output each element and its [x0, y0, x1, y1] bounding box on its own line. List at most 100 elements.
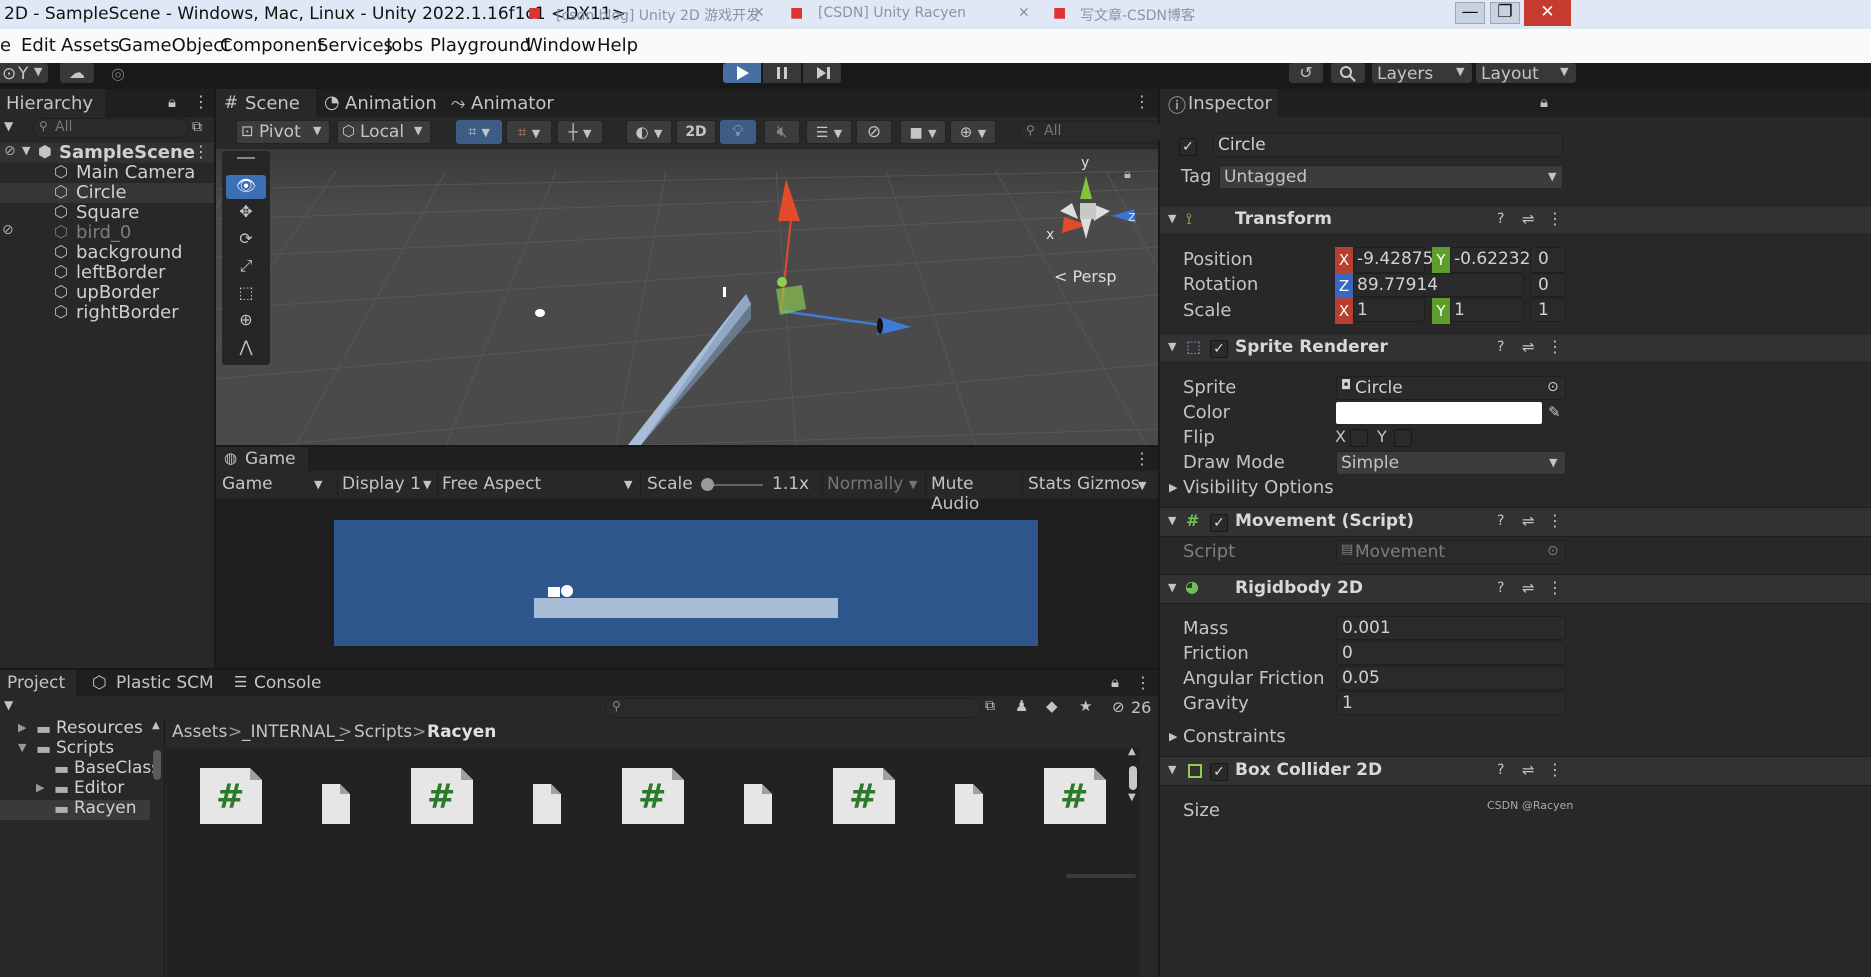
increment-snap-button[interactable]: ⌗ ▼ [506, 120, 552, 144]
menu-services[interactable]: Services [317, 35, 393, 56]
scale-y-field[interactable]: 1 [1450, 298, 1524, 322]
hidden-eye-icon[interactable]: ⊘ [2, 222, 14, 238]
transform-header[interactable]: ▼ ⟟ Transform ? ⇌ ⋮ [1160, 205, 1871, 235]
sprite-renderer-header[interactable]: ▼ ⬚ ✓ Sprite Renderer ? ⇌ ⋮ [1160, 333, 1871, 363]
game-render-view[interactable] [334, 520, 1038, 646]
flip-y-checkbox[interactable] [1394, 429, 1412, 447]
file-icon[interactable] [533, 784, 561, 824]
grid-snap-button[interactable]: ⌗ ▼ [456, 120, 502, 144]
constraints-foldout[interactable]: Constraints [1183, 726, 1286, 747]
breadcrumb-racyen[interactable]: Racyen [427, 722, 496, 742]
tag-dropdown[interactable]: Untagged ▼ [1219, 165, 1563, 189]
tab-console[interactable]: Console [254, 673, 322, 693]
persp-label[interactable]: < Persp [1054, 267, 1116, 286]
lock-icon[interactable]: 🔒︎ [1540, 93, 1548, 111]
play-button[interactable] [723, 63, 761, 83]
enabled-checkbox[interactable]: ✓ [1210, 340, 1228, 358]
breadcrumb-scripts[interactable]: Scripts [354, 722, 412, 742]
menu-jobs[interactable]: Jobs [386, 35, 423, 56]
menu-help[interactable]: Help [597, 35, 638, 56]
scene-search-input[interactable]: ⚲ All [1019, 121, 1164, 143]
pause-button[interactable] [763, 63, 801, 83]
label-icon[interactable]: ◆ [1046, 697, 1058, 715]
layout-dropdown[interactable]: Layout ▼ [1476, 63, 1576, 84]
close-icon[interactable]: ✕ [1018, 5, 1030, 21]
move-tool-icon[interactable]: ✥ [226, 201, 266, 225]
tab-animation[interactable]: Animation [345, 93, 437, 114]
menu-component[interactable]: Component [220, 35, 325, 56]
angular-friction-field[interactable]: 0.05 [1336, 666, 1566, 690]
friction-field[interactable]: 0 [1336, 641, 1566, 665]
hierarchy-item[interactable]: ⬡ leftBorder [0, 262, 214, 283]
scale-x-field[interactable]: 1 [1353, 298, 1425, 322]
browser-tab-3[interactable]: 写文章-CSDN博客 [1080, 5, 1195, 25]
lock-icon[interactable]: 🔒︎ [1111, 673, 1119, 691]
hierarchy-item[interactable]: ⬡ Circle [0, 182, 214, 203]
search-icon[interactable] [1331, 63, 1365, 83]
breadcrumb-assets[interactable]: Assets [172, 722, 227, 742]
chevron-right-icon[interactable]: ▶ [1169, 730, 1177, 743]
enabled-checkbox[interactable]: ✓ [1210, 514, 1228, 532]
eyedropper-icon[interactable]: ✎ [1548, 403, 1561, 421]
more-menu-icon[interactable]: ⋮ [1135, 673, 1151, 692]
draw-mode-dropdown[interactable]: Simple ▼ [1336, 451, 1566, 475]
tab-game[interactable]: Game [245, 449, 296, 469]
cloud-icon[interactable]: ☁ [60, 63, 94, 83]
orientation-gizmo[interactable]: y x z [1046, 155, 1150, 259]
tree-item-selected[interactable]: ▬ Racyen [0, 798, 150, 820]
rigidbody-header[interactable]: ▼ ◕ Rigidbody 2D ? ⇌ ⋮ [1160, 574, 1871, 604]
zoom-slider[interactable] [1066, 874, 1136, 878]
close-window-button[interactable]: ✕ [1524, 0, 1571, 26]
lock-icon[interactable]: 🔒︎ [1124, 167, 1131, 182]
file-icon[interactable] [322, 784, 350, 824]
tree-item[interactable]: ▶ ▬ Editor [0, 778, 165, 800]
minimize-button[interactable]: — [1455, 2, 1485, 24]
gizmos-button[interactable]: ⊕ ▼ [950, 120, 996, 144]
add-dropdown[interactable]: ▼ [4, 698, 13, 712]
chevron-right-icon[interactable]: ▶ [1169, 481, 1177, 494]
tree-item[interactable]: ▶ ▬ Resources [0, 718, 165, 740]
cs-script-icon[interactable]: # [1044, 764, 1106, 824]
restore-button[interactable]: ❐ [1490, 2, 1520, 24]
mass-field[interactable]: 0.001 [1336, 616, 1566, 640]
lock-icon[interactable]: 🔒︎ [168, 93, 176, 111]
file-icon[interactable] [955, 784, 983, 824]
tab-project[interactable]: Project [7, 673, 65, 693]
filter-type-icon[interactable]: ♟ [1015, 697, 1028, 715]
menu-gameobject[interactable]: GameObject [118, 35, 230, 56]
scale-tool-icon[interactable]: ⤢ [226, 255, 266, 279]
more-menu-icon[interactable]: ⋮ [1134, 449, 1150, 468]
search-filter-icon[interactable]: ⧉ [985, 698, 995, 714]
hierarchy-item[interactable]: ⬡ upBorder [0, 282, 214, 303]
tab-scene[interactable]: Scene [245, 93, 300, 114]
breadcrumb-internal[interactable]: _INTERNAL_ [242, 722, 344, 742]
aspect-dropdown[interactable]: Free Aspect ▼ [437, 472, 637, 498]
hierarchy-item[interactable]: ⬡ Square [0, 202, 214, 223]
chevron-down-icon[interactable]: ▼ [1138, 479, 1146, 492]
menu-playground[interactable]: Playground [430, 35, 531, 56]
collab-icon[interactable]: ◎ [108, 64, 128, 84]
rotate-tool-icon[interactable]: ⟳ [226, 228, 266, 252]
scene-visibility-toggle[interactable]: ⊘ [856, 120, 892, 144]
hierarchy-item[interactable]: ⬡ rightBorder [0, 302, 214, 323]
display-dropdown[interactable]: Display 1 ▼ [337, 472, 435, 498]
visibility-options-foldout[interactable]: Visibility Options [1183, 477, 1334, 498]
tree-item[interactable]: ▼ ▬ Scripts [0, 738, 165, 760]
scale-slider[interactable]: Scale 1.1x [640, 472, 820, 498]
position-y-field[interactable]: -0.62232 [1450, 247, 1530, 273]
game-view-dropdown[interactable]: Game ▼ [218, 472, 328, 498]
layers-dropdown[interactable]: Layers ▼ [1372, 63, 1472, 84]
2d-toggle[interactable]: 2D [676, 120, 716, 144]
gravity-field[interactable]: 1 [1336, 691, 1566, 715]
tree-item[interactable]: ▬ BaseClass [0, 758, 165, 780]
hierarchy-item[interactable]: ⬡ bird_0 ⊘ [0, 222, 214, 243]
hierarchy-item[interactable]: ⬡ background [0, 242, 214, 263]
add-dropdown[interactable]: ▼ [4, 119, 13, 133]
search-filter-icon[interactable]: ⧉ [192, 119, 202, 135]
account-dropdown[interactable]: ⊙ Y ▼ [0, 63, 48, 84]
camera-button[interactable]: ■ ▼ [900, 120, 946, 144]
history-icon[interactable]: ↺ [1289, 63, 1323, 83]
mute-audio-toggle[interactable]: Mute Audio [925, 472, 1021, 514]
ruler-button[interactable]: ┼ ▼ [557, 120, 603, 144]
menu-window[interactable]: Window [525, 35, 596, 56]
